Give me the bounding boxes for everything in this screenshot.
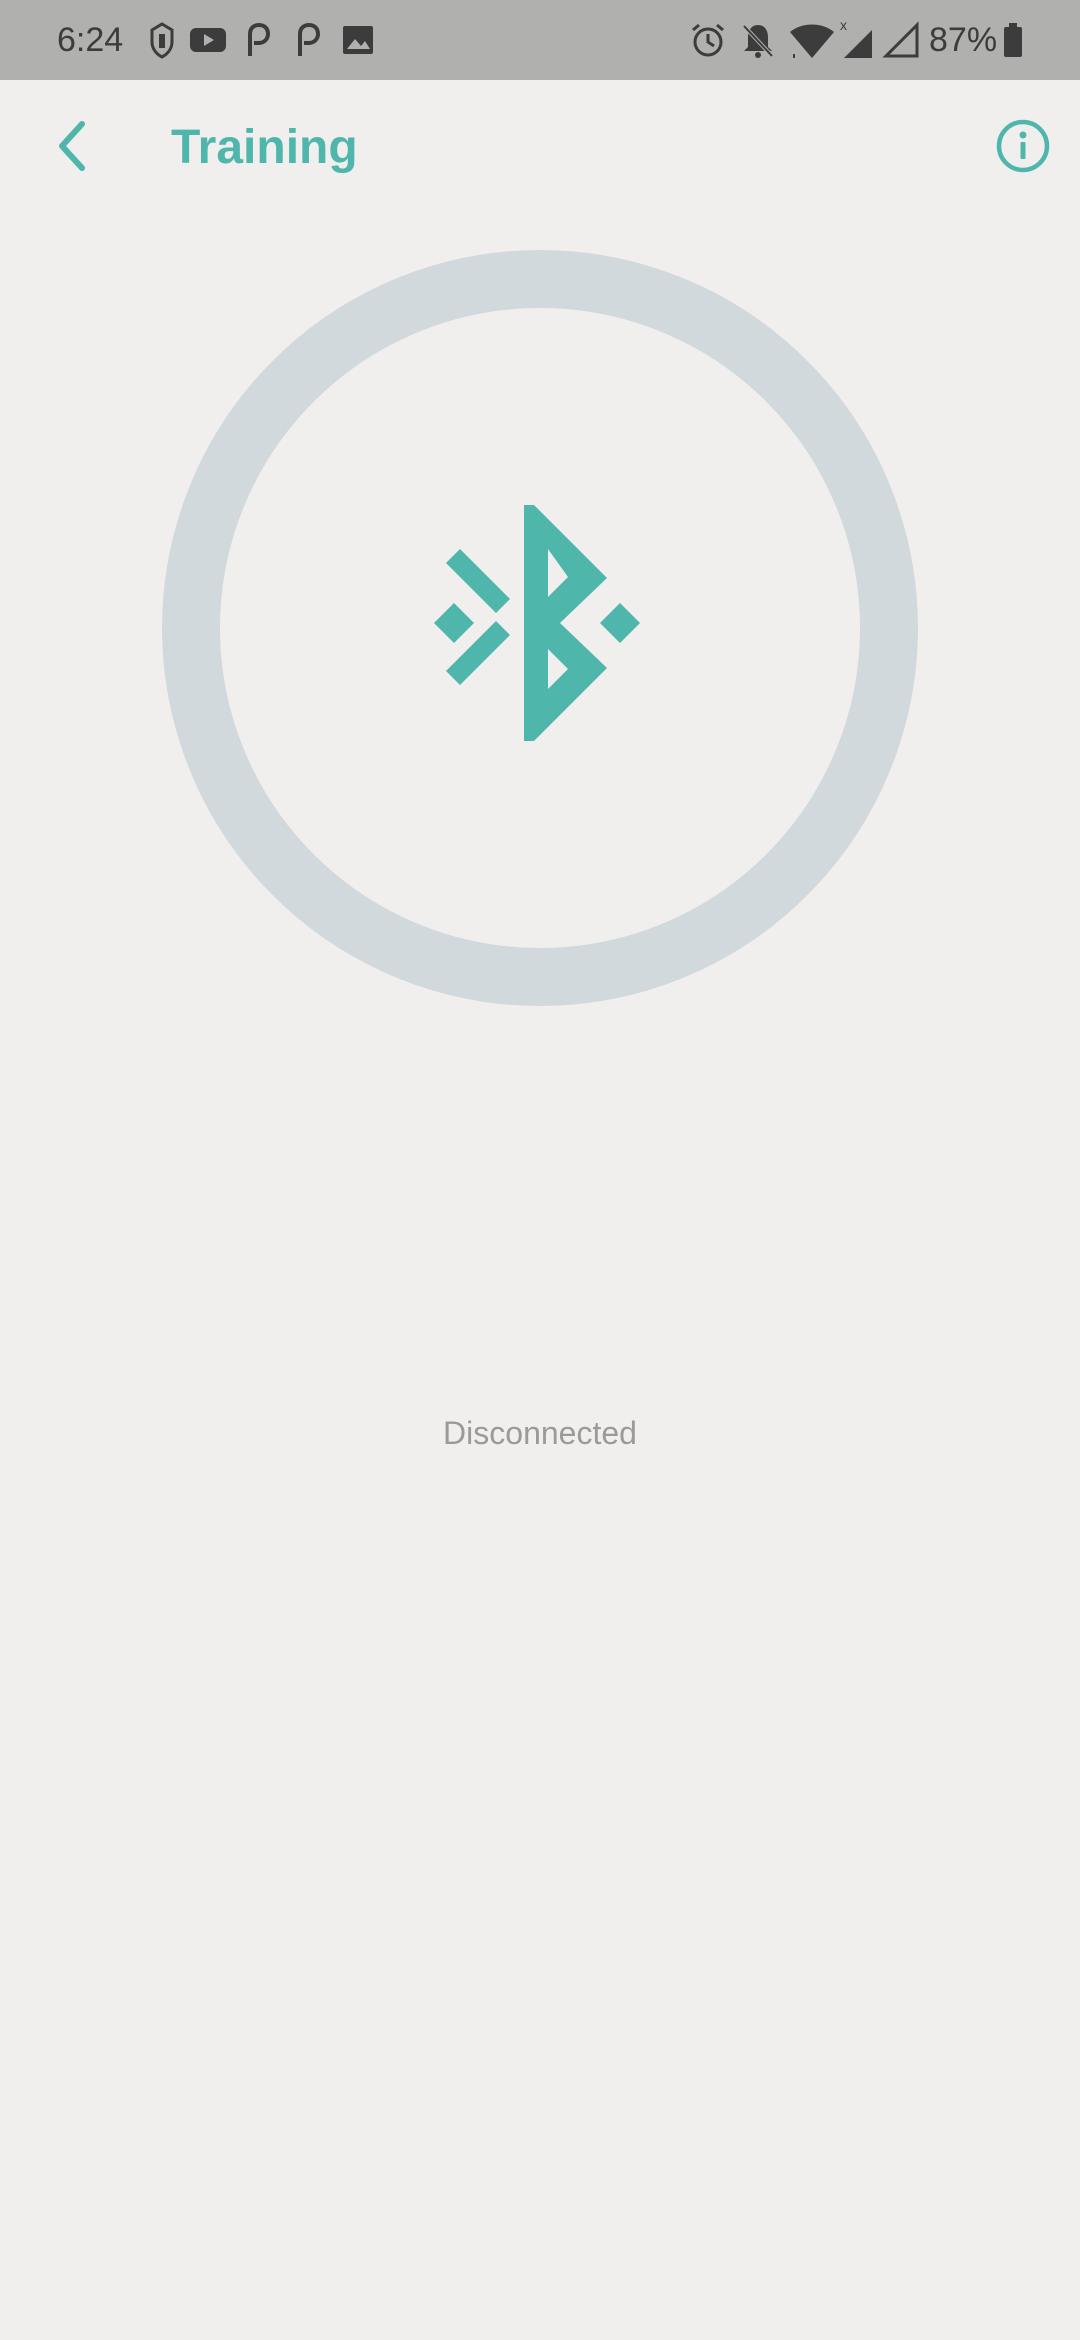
notifications-off-icon — [742, 24, 774, 58]
p-app-icon — [248, 22, 271, 56]
youtube-icon — [190, 28, 226, 52]
cell-signal-icon: x — [840, 18, 872, 58]
cell-signal-empty-icon — [882, 21, 919, 58]
alarm-icon — [692, 23, 724, 57]
battery-percent: 87% — [929, 21, 998, 59]
status-bar: 6:24 x 87% — [0, 0, 1080, 80]
bluetooth-searching-icon — [434, 505, 640, 741]
app-bar: Training — [0, 80, 1080, 215]
chevron-left-icon — [59, 121, 85, 171]
wifi-icon — [790, 24, 834, 58]
info-button[interactable] — [994, 117, 1052, 175]
battery-icon — [1004, 23, 1022, 57]
page-title: Training — [171, 121, 358, 174]
p-app-icon — [298, 22, 321, 56]
badge-icon — [150, 22, 174, 59]
svg-text:x: x — [840, 18, 847, 33]
status-time: 6:24 — [57, 21, 124, 59]
gallery-icon — [343, 26, 373, 54]
connection-status-text: Disconnected — [443, 1415, 637, 1451]
info-icon — [996, 119, 1050, 173]
back-button[interactable] — [40, 114, 104, 178]
